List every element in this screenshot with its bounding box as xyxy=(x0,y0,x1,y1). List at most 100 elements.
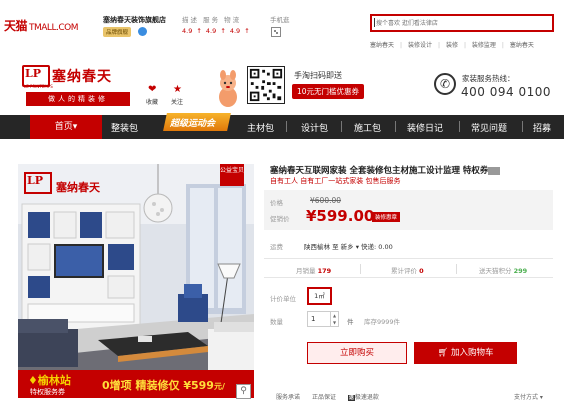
follow-label[interactable]: 关注 xyxy=(171,97,183,106)
nav-item-design[interactable]: 设计包 xyxy=(301,121,328,134)
separator: | xyxy=(400,42,403,49)
stock-count: 库存9999件 xyxy=(364,318,401,326)
image-logo-lp: LP xyxy=(27,174,44,187)
station-sub: 特权服务券 xyxy=(30,388,65,396)
stat-points: 送天猫积分 299 xyxy=(479,265,527,275)
tmall-logo-text: 天猫 xyxy=(4,19,28,33)
service-link[interactable]: 正品保证 xyxy=(312,394,336,401)
stat-value: 0 xyxy=(419,267,424,275)
charity-badge: 公益宝贝 xyxy=(220,164,244,186)
hot-link[interactable]: 塞纳春天 xyxy=(510,42,534,49)
mascot-icon xyxy=(219,70,237,107)
product-main-image[interactable] xyxy=(18,164,254,398)
heart-icon[interactable]: ❤ xyxy=(148,84,156,95)
service-links: 服务承诺 正品保证 退极速退款 xyxy=(276,392,399,401)
service-link[interactable]: 退极速退款 xyxy=(347,394,389,401)
nav-promo-badge-label[interactable]: 超级运动会 xyxy=(170,116,215,129)
phone-icon: ✆ xyxy=(434,73,456,95)
hot-link[interactable]: 塞纳春天 xyxy=(370,42,394,49)
store-name[interactable]: 塞纳春天 xyxy=(52,66,112,86)
shop-name[interactable]: 塞纳春天装饰旗舰店 xyxy=(103,15,166,25)
nav-item-construction[interactable]: 施工包 xyxy=(354,121,381,134)
nav-divider xyxy=(522,121,523,132)
promo-price-label: 促销价 xyxy=(270,215,290,223)
hot-link[interactable]: 装修监理 xyxy=(472,42,496,49)
stat-divider xyxy=(360,264,361,274)
service-link[interactable]: 服务承诺 xyxy=(276,394,300,401)
buy-now-button[interactable]: 立即购买 xyxy=(307,342,407,364)
mobile-label[interactable]: 手机逛 xyxy=(270,14,290,24)
search-box[interactable] xyxy=(370,14,554,32)
star-icon[interactable]: ★ xyxy=(173,84,182,95)
stat-value: 299 xyxy=(513,267,528,275)
qr-code-icon[interactable] xyxy=(247,66,285,104)
separator: | xyxy=(501,42,504,49)
store-sub-text: LE PRINTEMPS xyxy=(24,84,53,89)
separator: | xyxy=(437,42,441,49)
unit-option[interactable]: 1㎡ xyxy=(307,287,332,305)
promo-tag: 装修惠章 xyxy=(372,212,401,222)
image-logo-name: 塞纳春天 xyxy=(56,181,100,194)
quantity-input[interactable]: 1 xyxy=(307,311,331,327)
add-to-cart-label: 加入购物车 xyxy=(450,348,494,358)
hot-links: 塞纳春天 | 装修设计 | 装修 | 装修监理 | 塞纳春天 xyxy=(370,40,540,49)
nav-item-recruit[interactable]: 招募 xyxy=(533,121,551,134)
shop-badge: 品牌旗舰 xyxy=(103,27,132,37)
separator: | xyxy=(463,42,466,49)
nav-divider xyxy=(286,121,287,132)
stat-label: 累计评价 xyxy=(391,267,417,275)
stat-value: 179 xyxy=(317,267,332,275)
stat-label: 送天猫积分 xyxy=(479,267,512,275)
station-text: 榆林站 xyxy=(37,374,71,387)
stat-label: 月销量 xyxy=(296,267,316,275)
quantity-unit: 件 xyxy=(347,318,354,326)
store-logo-lp[interactable]: LP xyxy=(25,67,41,80)
hot-link[interactable]: 装修设计 xyxy=(408,42,432,49)
nav-item-faq[interactable]: 常见问题 xyxy=(471,121,507,134)
quantity-stepper[interactable]: ▲ ▼ xyxy=(331,311,339,327)
unit-label: 计价单位 xyxy=(270,295,296,303)
qr-small-icon[interactable] xyxy=(271,27,281,37)
tmall-logo[interactable]: 天猫 TMALL.COM xyxy=(4,17,78,34)
promo-suffix: 元/ xyxy=(213,382,225,391)
stat-reviews[interactable]: 累计评价 0 xyxy=(391,265,424,275)
coupon-banner[interactable]: 10元无门槛优惠券 xyxy=(292,84,365,99)
product-title-text: 塞纳春天互联网家装 全套装修包主材施工设计监理 特权券 xyxy=(270,166,489,176)
nav-home[interactable]: 首页▾ xyxy=(30,115,102,139)
service-phone: 400 094 0100 xyxy=(461,85,551,99)
rating-values: 4.9 ↑ 4.9 ↑ 4.9 ↑ xyxy=(182,27,250,35)
quantity-label: 数量 xyxy=(270,318,283,326)
product-subtitle: 自有工人 自有工厂一站式家装 包售后服务 xyxy=(270,177,401,185)
favorite-label[interactable]: 收藏 xyxy=(146,97,158,106)
magnifier-icon[interactable]: ⚲ xyxy=(236,384,251,399)
nav-item-diary[interactable]: 装修日记 xyxy=(407,121,443,134)
service-hotline-label: 家装服务热线： xyxy=(462,74,515,83)
stat-divider xyxy=(456,264,457,274)
store-slogan: 做人的精装修 xyxy=(26,92,130,106)
service-link-text: 极速退款 xyxy=(354,394,379,401)
nav-divider xyxy=(459,121,460,132)
hot-link[interactable]: 装修 xyxy=(446,42,458,49)
text-cursor xyxy=(374,18,375,27)
add-to-cart-button[interactable]: 🛒︎ 加入购物车 xyxy=(414,342,517,364)
nav-divider xyxy=(395,121,396,132)
qr-label: 手淘扫码即送 xyxy=(294,71,342,80)
redacted-block xyxy=(488,166,501,175)
rating-label: 描述 服务 物流 xyxy=(182,16,242,24)
nav-item-package[interactable]: 整装包 xyxy=(111,121,138,134)
original-price: ¥600.00 xyxy=(310,196,342,205)
price-label: 价格 xyxy=(270,199,283,207)
search-input[interactable] xyxy=(372,16,552,30)
promo-price: ¥599 xyxy=(183,379,214,392)
shipping-label: 运费 xyxy=(270,243,283,251)
tmall-domain: TMALL.COM xyxy=(29,23,78,33)
product-title: 塞纳春天互联网家装 全套装修包主材施工设计监理 特权券 xyxy=(270,164,501,176)
shipping-value[interactable]: 陕西榆林 至 新乡 ▾ 快递: 0.00 xyxy=(304,241,393,251)
cart-icon: 🛒︎ xyxy=(437,348,449,358)
nav-divider xyxy=(341,121,342,132)
promo-prefix: 0增项 精装修仅 xyxy=(102,379,184,392)
image-promo-text: 0增项 精装修仅 ¥599元/ xyxy=(102,377,225,393)
nav-item-materials[interactable]: 主材包 xyxy=(247,121,274,134)
verified-icon xyxy=(138,27,147,36)
payment-method-dropdown[interactable]: 支付方式 ▾ xyxy=(514,392,543,401)
